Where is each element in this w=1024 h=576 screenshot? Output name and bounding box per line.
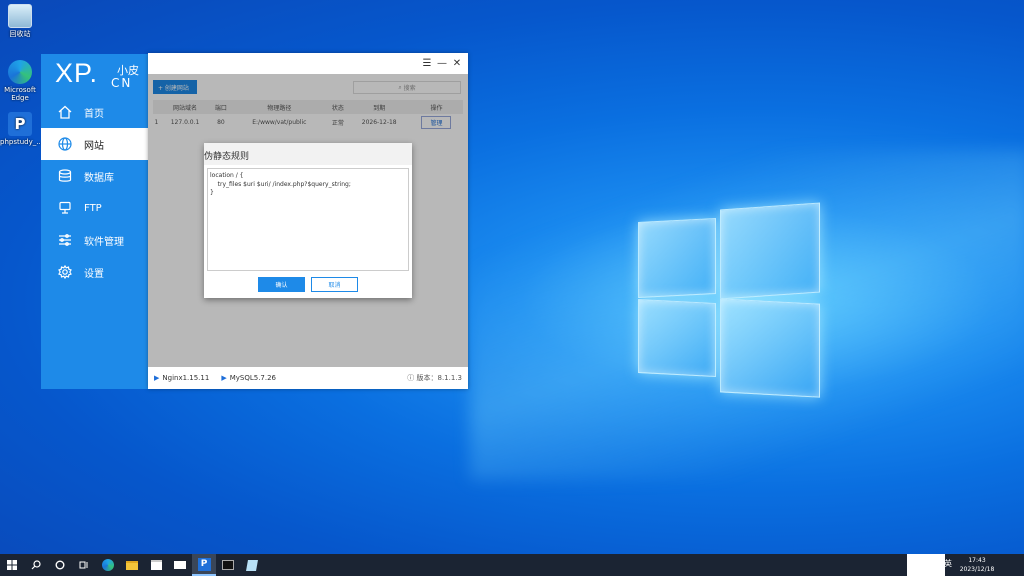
tray-area [907,554,945,576]
taskbar-terminal[interactable] [216,554,240,576]
window-titlebar: ☰ — ✕ [148,53,468,74]
cortana-circle-icon [55,560,65,570]
taskbar-store[interactable] [144,554,168,576]
menu-icon[interactable]: ☰ [420,58,434,69]
mysql-status[interactable]: ▶ MySQL5.7.26 [221,374,276,382]
sidebar-item-database[interactable]: 数据库 [41,160,148,192]
cortana-button[interactable] [48,554,72,576]
status-bar: ▶ Nginx1.15.11 ▶ MySQL5.7.26 ⓘ 版本：8.1.1.3 [148,367,468,389]
sidebar-item-label: 软件管理 [84,236,124,248]
windows-start-icon [7,560,17,570]
sidebar-item-label: 网站 [84,140,104,152]
close-button[interactable]: ✕ [450,58,464,69]
input-language[interactable]: 英 [944,558,952,569]
sidebar-item-software[interactable]: 软件管理 [41,224,148,256]
terminal-icon [222,560,234,570]
store-icon [150,560,162,570]
sidebar-item-label: FTP [84,202,102,214]
phpstudy-icon: P [197,557,211,571]
version-label: 版本：8.1.1.3 [416,374,463,382]
task-view-button[interactable] [72,554,96,576]
start-button[interactable] [0,554,24,576]
clock[interactable]: 17:43 2023/12/18 [956,556,998,574]
sidebar-item-label: 首页 [84,108,104,120]
taskbar-phpstudy[interactable]: P [192,554,216,576]
sidebar-item-label: 设置 [84,268,104,280]
clock-time: 17:43 [968,557,986,564]
clock-date: 2023/12/18 [959,566,995,573]
taskbar-notepad[interactable] [240,554,264,576]
edge-icon [102,559,114,571]
confirm-button[interactable]: 确认 [258,277,305,292]
sidebar-nav: 首页 网站 数据库 FTP 软件管理 设置 [41,96,148,288]
nginx-status[interactable]: ▶ Nginx1.15.11 [154,374,209,382]
desktop-icon-label: phpstudy_... [0,138,43,146]
info-icon: ⓘ [407,374,417,382]
sidebar-item-home[interactable]: 首页 [41,96,148,128]
rewrite-rules-dialog: 伪静态规则 location / { try_files $uri $uri/ … [204,143,412,298]
mail-icon [174,561,186,569]
mysql-label: MySQL5.7.26 [229,374,277,382]
gear-icon [57,264,73,280]
brand-xp: XP. [55,58,99,88]
windows-logo-wallpaper [630,202,830,398]
nginx-label: Nginx1.15.11 [162,374,210,382]
sidebar-item-label: 数据库 [84,172,114,184]
task-view-icon [79,561,88,569]
ftp-icon [57,200,73,216]
edge-icon [8,60,32,84]
phpstudy-icon: P [8,112,32,136]
search-taskbar-button[interactable] [24,554,48,576]
notepad-icon [246,559,258,571]
recycle-bin-icon [8,4,32,28]
folder-icon [126,560,138,570]
database-icon [57,168,73,184]
home-icon [57,104,73,120]
taskbar-mail[interactable] [168,554,192,576]
sidebar-item-ftp[interactable]: FTP [41,192,148,224]
rules-textarea[interactable]: location / { try_files $uri $uri/ /index… [207,168,409,271]
play-icon: ▶ [221,374,227,382]
sliders-icon [57,232,73,248]
desktop-icon-phpstudy[interactable]: P phpstudy_... [0,112,43,146]
minimize-button[interactable]: — [435,58,449,69]
sidebar-item-website[interactable]: 网站 [41,128,148,160]
desktop-icon-label: Microsoft Edge [4,86,36,102]
app-sidebar: XP. 小皮 CN 首页 网站 数据库 FTP 软件管理 设置 [41,54,148,389]
brand-cn: CN [111,76,133,90]
sidebar-item-settings[interactable]: 设置 [41,256,148,288]
taskbar-edge[interactable] [96,554,120,576]
cancel-button[interactable]: 取消 [311,277,358,292]
taskbar: P 英 17:43 2023/12/18 [0,554,1024,576]
play-icon: ▶ [154,374,160,382]
globe-icon [57,136,73,152]
search-icon [31,560,41,570]
dialog-title: 伪静态规则 [204,143,412,165]
taskbar-explorer[interactable] [120,554,144,576]
desktop-icon-recycle-bin[interactable]: 回收站 [0,4,40,38]
desktop-icon-edge[interactable]: Microsoft Edge [0,60,40,102]
version-info: ⓘ 版本：8.1.1.3 [407,373,462,383]
desktop-icon-label: 回收站 [9,30,31,38]
